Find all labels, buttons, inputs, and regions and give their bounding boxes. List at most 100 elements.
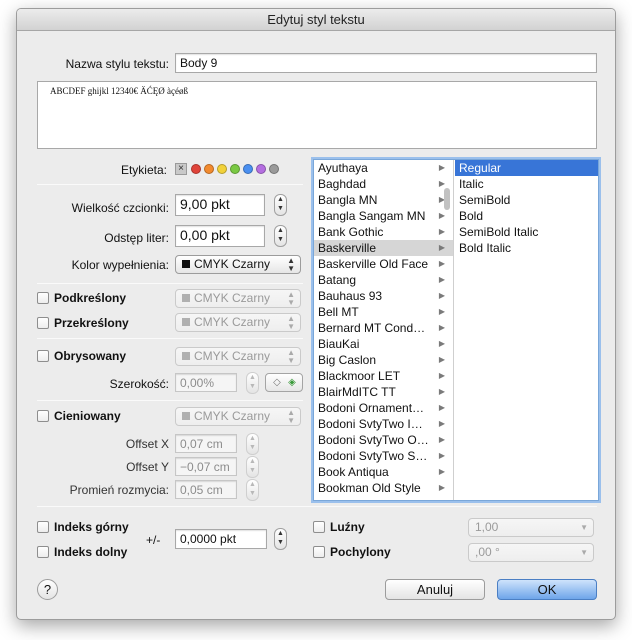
chevron-right-icon: ▶: [438, 163, 445, 172]
tag-green-dot[interactable]: [230, 163, 240, 174]
outline-outside-icon[interactable]: ◇: [271, 377, 283, 389]
shadow-label: Cieniowany: [54, 409, 121, 423]
font-size-stepper[interactable]: ▲ ▼: [274, 194, 287, 216]
tracking-input[interactable]: 0,00 pkt: [175, 225, 265, 247]
offset-x-stepper[interactable]: ▲ ▼: [246, 433, 259, 455]
outline-width-stepper[interactable]: ▲ ▼: [246, 372, 259, 394]
divider: [37, 283, 303, 284]
font-style-item[interactable]: SemiBold Italic: [455, 224, 598, 240]
tag-purple-dot[interactable]: [256, 163, 266, 174]
blur-radius-input[interactable]: 0,05 cm: [175, 480, 237, 499]
font-family-item[interactable]: Bell MT ▶: [314, 304, 453, 320]
font-family-name: Bank Gothic: [318, 225, 384, 239]
tracking-stepper[interactable]: ▲ ▼: [274, 225, 287, 247]
font-family-item[interactable]: Bookman Old Style ▶: [314, 480, 453, 496]
tag-none-icon[interactable]: ×: [175, 162, 187, 175]
outline-position-control[interactable]: ◇ ◈: [265, 373, 303, 392]
swatch-icon: [182, 352, 190, 360]
font-family-item[interactable]: Bodoni SvtyTwo O… ▶: [314, 432, 453, 448]
chevron-down-icon: ▼: [580, 523, 588, 532]
baseline-stepper[interactable]: ▲ ▼: [274, 528, 287, 550]
chevron-right-icon: ▶: [438, 387, 445, 396]
font-family-item[interactable]: Batang ▶: [314, 272, 453, 288]
tag-blue-dot[interactable]: [243, 163, 253, 174]
font-family-item[interactable]: Baskerville ▶: [314, 240, 453, 256]
offset-y-stepper[interactable]: ▲ ▼: [246, 456, 259, 478]
font-style-item[interactable]: Italic: [455, 176, 598, 192]
outline-color-value: CMYK Czarny: [194, 349, 271, 363]
outline-color-popup[interactable]: CMYK Czarny ▲ ▼: [175, 347, 301, 366]
font-family-list[interactable]: Ayuthaya ▶ Baghdad ▶ Bangla MN ▶ Bangla Sangam…: [314, 160, 454, 500]
font-size-input[interactable]: 9,00 pkt: [175, 194, 265, 216]
font-family-item[interactable]: Big Caslon ▶: [314, 352, 453, 368]
shadow-color-popup[interactable]: CMYK Czarny ▲ ▼: [175, 407, 301, 426]
outline-checkbox[interactable]: [37, 350, 49, 362]
black-swatch-icon: [182, 260, 190, 268]
cancel-button[interactable]: Anuluj: [385, 579, 485, 600]
subscript-label: Indeks dolny: [54, 545, 128, 559]
font-family-name: Blackmoor LET: [318, 369, 401, 383]
font-family-item[interactable]: Bodoni Ornament… ▶: [314, 400, 453, 416]
font-family-item[interactable]: Baghdad ▶: [314, 176, 453, 192]
font-family-item[interactable]: Bodoni SvtyTwo I… ▶: [314, 416, 453, 432]
offset-y-label: Offset Y: [126, 460, 169, 474]
tag-red-dot[interactable]: [191, 163, 201, 174]
subscript-checkbox[interactable]: [37, 546, 49, 558]
font-style-item[interactable]: SemiBold: [455, 192, 598, 208]
font-style-item[interactable]: Bold Italic: [455, 240, 598, 256]
offset-x-input[interactable]: 0,07 cm: [175, 434, 237, 453]
font-family-item[interactable]: Blackmoor LET ▶: [314, 368, 453, 384]
strikethrough-checkbox[interactable]: [37, 317, 49, 329]
underline-checkbox[interactable]: [37, 292, 49, 304]
font-family-item[interactable]: Bernard MT Cond… ▶: [314, 320, 453, 336]
strikethrough-color-popup[interactable]: CMYK Czarny ▲ ▼: [175, 313, 301, 332]
loose-checkbox[interactable]: [313, 521, 325, 533]
loose-value-combo[interactable]: 1,00 ▼: [468, 518, 594, 537]
font-style-list[interactable]: Regular Italic SemiBold Bold SemiBold Italic…: [455, 160, 598, 500]
fill-color-popup[interactable]: CMYK Czarny ▲ ▼: [175, 255, 301, 274]
font-family-item[interactable]: Baskerville Old Face ▶: [314, 256, 453, 272]
font-style-item[interactable]: Regular: [455, 160, 598, 176]
outline-inside-icon[interactable]: ◈: [286, 377, 298, 389]
underline-color-popup[interactable]: CMYK Czarny ▲ ▼: [175, 289, 301, 308]
offset-y-input[interactable]: −0,07 cm: [175, 457, 237, 476]
font-family-item[interactable]: Ayuthaya ▶: [314, 160, 453, 176]
chevron-right-icon: ▶: [438, 467, 445, 476]
font-family-item[interactable]: BiauKai ▶: [314, 336, 453, 352]
divider: [37, 400, 303, 401]
font-list-scrollbar[interactable]: [444, 188, 450, 210]
shadow-checkbox[interactable]: [37, 410, 49, 422]
chevron-right-icon: ▶: [438, 211, 445, 220]
style-name-input[interactable]: Body 9: [175, 53, 597, 73]
baseline-input[interactable]: 0,0000 pkt: [175, 529, 267, 549]
font-style-item[interactable]: Bold: [455, 208, 598, 224]
superscript-checkbox[interactable]: [37, 521, 49, 533]
italic-checkbox[interactable]: [313, 546, 325, 558]
italic-angle-value: ,00 °: [475, 545, 500, 559]
blur-radius-label: Promień rozmycia:: [69, 483, 169, 497]
offset-x-label: Offset X: [125, 437, 169, 451]
tag-gray-dot[interactable]: [269, 163, 279, 174]
tag-orange-dot[interactable]: [204, 163, 214, 174]
font-family-item[interactable]: BlairMdITC TT ▶: [314, 384, 453, 400]
tracking-label: Odstęp liter:: [104, 231, 169, 245]
fill-color-value: CMYK Czarny: [194, 257, 271, 271]
tag-yellow-dot[interactable]: [217, 163, 227, 174]
ok-button[interactable]: OK: [497, 579, 597, 600]
help-button[interactable]: ?: [37, 579, 58, 600]
chevron-right-icon: ▶: [438, 483, 445, 492]
font-family-item[interactable]: Book Antiqua ▶: [314, 464, 453, 480]
font-family-item[interactable]: Bangla Sangam MN ▶: [314, 208, 453, 224]
blur-radius-stepper[interactable]: ▲ ▼: [246, 479, 259, 501]
font-family-name: Bangla Sangam MN: [318, 209, 426, 223]
chevron-right-icon: ▶: [438, 339, 445, 348]
font-family-name: Baskerville: [318, 241, 377, 255]
font-family-item[interactable]: Bauhaus 93 ▶: [314, 288, 453, 304]
font-family-item[interactable]: Bank Gothic ▶: [314, 224, 453, 240]
font-family-item[interactable]: Bangla MN ▶: [314, 192, 453, 208]
outline-width-input[interactable]: 0,00%: [175, 373, 237, 392]
strikethrough-color-value: CMYK Czarny: [194, 315, 271, 329]
divider: [37, 506, 597, 507]
font-family-item[interactable]: Bodoni SvtyTwo S… ▶: [314, 448, 453, 464]
italic-angle-combo[interactable]: ,00 ° ▼: [468, 543, 594, 562]
